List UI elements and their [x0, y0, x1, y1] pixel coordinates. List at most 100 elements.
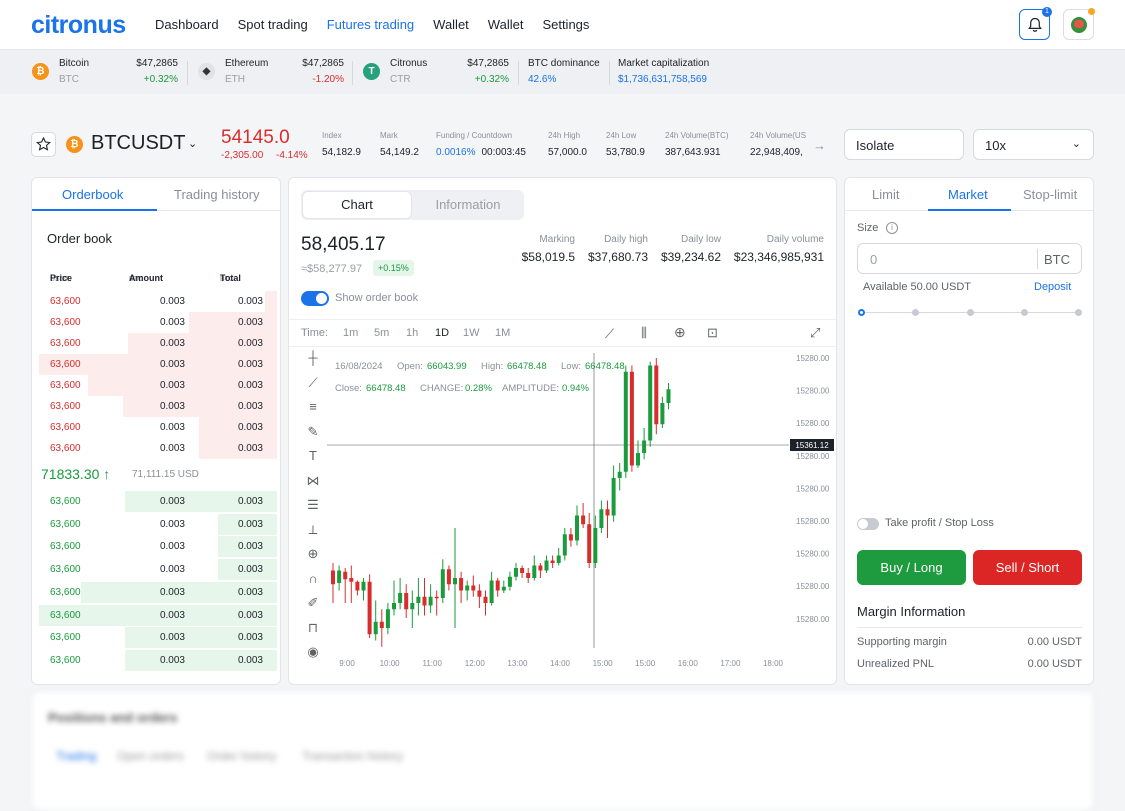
candles-icon[interactable]: ⫼: [641, 325, 647, 341]
ask-row[interactable]: 63,600 0.003 0.003: [32, 312, 280, 333]
avatar[interactable]: [1063, 8, 1095, 40]
candle: [440, 569, 445, 598]
deposit-link[interactable]: Deposit: [1034, 281, 1071, 293]
buy-long-button[interactable]: Buy / Long: [857, 550, 966, 585]
interval-1W[interactable]: 1W: [463, 327, 480, 339]
pair-symbol[interactable]: BTCUSDT: [91, 132, 185, 155]
nav-futures-trading[interactable]: Futures trading: [327, 17, 414, 32]
fullscreen-icon[interactable]: ⤢: [810, 325, 820, 341]
tab-limit[interactable]: Limit: [872, 187, 899, 202]
show-orderbook-toggle[interactable]: [301, 291, 329, 306]
orderbook-header: Price USDT Amount BTC Total BTC: [50, 273, 241, 283]
nav-settings[interactable]: Settings: [542, 17, 589, 32]
nav-wallet[interactable]: Wallet: [488, 17, 524, 32]
ticker-item[interactable]: ₿ Bitcoin BTC $47,2865 +0.32%: [32, 57, 178, 87]
candle: [556, 555, 561, 563]
chevron-down-icon[interactable]: ⌄: [188, 137, 197, 150]
price-chart[interactable]: 15280.00 15280.00 15280.00 15280.00 15280.00…: [289, 348, 837, 685]
candle: [477, 590, 482, 597]
size-slider[interactable]: [858, 309, 1082, 316]
size-unit[interactable]: BTC: [1044, 252, 1070, 267]
margin-info-title: Margin Information: [857, 604, 966, 619]
arrow-right-icon[interactable]: →: [813, 138, 826, 153]
interval-1m[interactable]: 1m: [343, 327, 358, 339]
y-tick-label: 15280.00: [796, 484, 830, 493]
tab-market[interactable]: Market: [948, 187, 988, 202]
bid-row[interactable]: 63,600 0.003 0.003: [32, 491, 280, 512]
candle: [404, 593, 409, 610]
ticker-item[interactable]: ◆ Ethereum ETH $47,2865 -1.20%: [198, 57, 344, 87]
nav-wallet[interactable]: Wallet: [433, 17, 469, 32]
star-icon: [36, 136, 51, 151]
tab-order-history[interactable]: Order history: [207, 749, 276, 763]
margin-row: Unrealized PNL 0.00 USDT: [857, 658, 1082, 670]
candle: [507, 576, 512, 587]
bid-row[interactable]: 63,600 0.003 0.003: [32, 559, 280, 581]
interval-1D[interactable]: 1D: [435, 327, 449, 339]
bid-row[interactable]: 63,600 0.003 0.003: [32, 604, 280, 626]
tab-open-orders[interactable]: Open orders: [117, 749, 184, 763]
bid-row[interactable]: 63,600 0.003 0.003: [32, 581, 280, 603]
interval-1M[interactable]: 1M: [495, 327, 510, 339]
slider-handle[interactable]: [858, 309, 865, 316]
size-label: Size: [857, 222, 879, 234]
stat-item: 24h Low 53,780.9: [606, 131, 645, 158]
nav-dashboard[interactable]: Dashboard: [155, 17, 219, 32]
tab-stop-limit[interactable]: Stop-limit: [1023, 187, 1077, 202]
interval-1h[interactable]: 1h: [406, 327, 418, 339]
candle: [434, 596, 439, 599]
leverage-select[interactable]: 10x ⌄: [973, 129, 1094, 160]
ask-row[interactable]: 63,600 0.003 0.003: [32, 417, 280, 438]
tab-information[interactable]: Information: [413, 191, 523, 219]
chart-change-badge: +0.15%: [373, 260, 414, 276]
candle: [398, 593, 403, 603]
y-tick-label: 15280.00: [796, 419, 830, 428]
ask-row[interactable]: 63,600 0.003 0.003: [32, 396, 280, 417]
x-tick-label: 16:00: [678, 659, 699, 668]
tab-trading-history[interactable]: Trading history: [174, 187, 260, 202]
stat-item: 24h Volume(BTC) 387,643.931: [665, 131, 729, 158]
candle: [428, 596, 433, 606]
bid-row[interactable]: 63,600 0.003 0.003: [32, 536, 280, 558]
tab-orderbook[interactable]: Orderbook: [62, 187, 123, 202]
candle: [666, 389, 671, 403]
size-input[interactable]: 0 BTC: [857, 243, 1082, 274]
candle: [642, 440, 647, 453]
x-tick-label: 15:00: [593, 659, 614, 668]
y-tick-label: 15280.00: [796, 354, 830, 363]
stat-item: Mark 54,149.2: [380, 131, 419, 158]
favorite-button[interactable]: [31, 132, 56, 157]
candle: [617, 471, 622, 478]
stat-item: 24h High 57,000.0: [548, 131, 587, 158]
legend-open-label: Open:: [397, 361, 423, 372]
ask-row[interactable]: 63,600 0.003 0.003: [32, 438, 280, 459]
bid-row[interactable]: 63,600 0.003 0.003: [32, 513, 280, 535]
ask-row[interactable]: 63,600 0.003 0.003: [32, 354, 280, 375]
bid-row[interactable]: 63,600 0.003 0.003: [32, 627, 280, 649]
info-icon[interactable]: i: [886, 222, 898, 234]
nav-spot-trading[interactable]: Spot trading: [238, 17, 308, 32]
interval-5m[interactable]: 5m: [374, 327, 389, 339]
candle: [355, 581, 360, 591]
chart-price: 58,405.17: [301, 234, 386, 255]
add-indicator-icon[interactable]: ⊕: [674, 324, 686, 341]
chart-metric: Daily high $37,680.73: [587, 234, 648, 264]
ask-row[interactable]: 63,600 0.003 0.003: [32, 333, 280, 354]
line-chart-icon[interactable]: ⟋: [605, 326, 614, 342]
candle: [453, 578, 457, 585]
ask-row[interactable]: 63,600 0.003 0.003: [32, 375, 280, 396]
sell-short-button[interactable]: Sell / Short: [973, 550, 1082, 585]
margin-mode-select[interactable]: Isolate: [844, 129, 964, 160]
bid-row[interactable]: 63,600 0.003 0.003: [32, 649, 280, 671]
last-price: 54145.0: [221, 127, 290, 148]
tab-trading[interactable]: Trading: [56, 749, 96, 763]
logo[interactable]: citronus: [31, 11, 126, 40]
take-profit-toggle[interactable]: [857, 518, 879, 530]
ticker-item[interactable]: T Citronus CTR $47,2865 +0.32%: [363, 57, 509, 87]
ask-row[interactable]: 63,600 0.003 0.003: [32, 291, 280, 312]
tab-chart[interactable]: Chart: [302, 191, 412, 219]
price-change-pct: -4.14%: [276, 150, 308, 161]
notifications-button[interactable]: 1: [1019, 7, 1052, 40]
camera-icon[interactable]: ⊡: [707, 325, 718, 341]
tab-transaction-history[interactable]: Transaction history: [302, 749, 403, 763]
